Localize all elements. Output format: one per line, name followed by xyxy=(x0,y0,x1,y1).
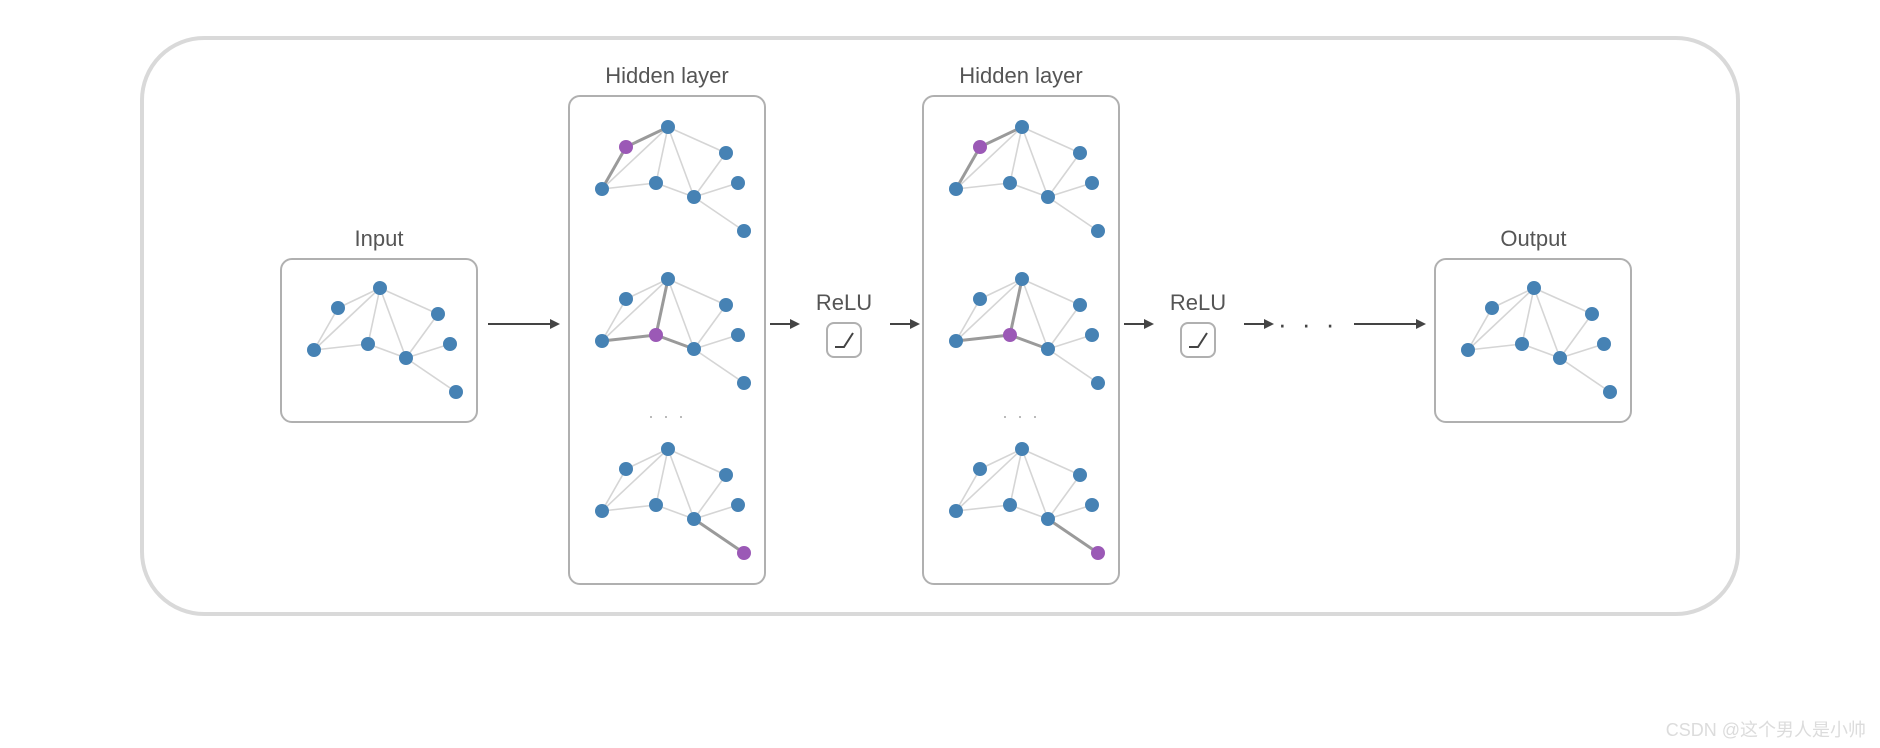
horizontal-dots: · · · xyxy=(1276,309,1344,340)
hidden-block-2: Hidden layer · · · xyxy=(922,63,1120,585)
output-box xyxy=(1434,258,1632,423)
hidden-box-2: · · · xyxy=(922,95,1120,585)
vertical-dots-1: · · · xyxy=(648,413,686,419)
arrow-2b xyxy=(886,323,922,325)
hidden2-graph-b xyxy=(932,261,1110,401)
arrow-3a xyxy=(1120,323,1156,325)
hidden-label-2: Hidden layer xyxy=(959,63,1083,89)
relu-icon xyxy=(1187,329,1209,351)
output-graph xyxy=(1444,270,1622,410)
relu-block-2: ReLU xyxy=(1156,290,1240,358)
relu-box-2 xyxy=(1180,322,1216,358)
arrow-4 xyxy=(1344,323,1434,325)
pipeline-row: Input Hidden layer · · · ReLU xyxy=(280,54,1632,594)
relu-label-2: ReLU xyxy=(1170,290,1226,316)
arrow-3b xyxy=(1240,323,1276,325)
hidden1-graph-b xyxy=(578,261,756,401)
canvas: Input Hidden layer · · · ReLU xyxy=(0,0,1880,748)
relu-box-1 xyxy=(826,322,862,358)
input-graph xyxy=(290,270,468,410)
hidden-block-1: Hidden layer · · · xyxy=(568,63,766,585)
vertical-dots-2: · · · xyxy=(1002,413,1040,419)
hidden2-graph-a xyxy=(932,109,1110,249)
relu-block-1: ReLU xyxy=(802,290,886,358)
input-block: Input xyxy=(280,226,478,423)
output-label: Output xyxy=(1500,226,1566,252)
input-label: Input xyxy=(355,226,404,252)
relu-label-1: ReLU xyxy=(816,290,872,316)
arrow-1 xyxy=(478,323,568,325)
output-block: Output xyxy=(1434,226,1632,423)
hidden-label-1: Hidden layer xyxy=(605,63,729,89)
hidden1-graph-a xyxy=(578,109,756,249)
arrow-2a xyxy=(766,323,802,325)
hidden2-graph-c xyxy=(932,431,1110,571)
relu-icon xyxy=(833,329,855,351)
watermark: CSDN @这个男人是小帅 xyxy=(1666,716,1866,742)
hidden-box-1: · · · xyxy=(568,95,766,585)
hidden1-graph-c xyxy=(578,431,756,571)
input-box xyxy=(280,258,478,423)
